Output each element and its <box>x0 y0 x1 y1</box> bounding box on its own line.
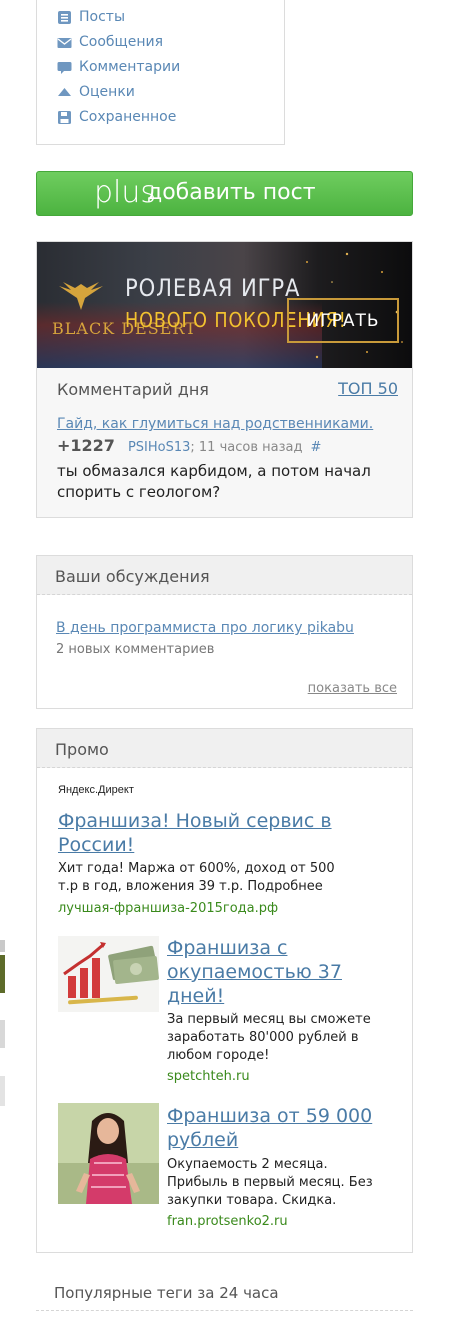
ad-text: Хит года! Маржа от 600%, доход от 500 т.… <box>58 861 335 894</box>
divider <box>36 1310 413 1311</box>
add-post-label: добавить пост <box>147 180 316 205</box>
top50-link[interactable]: ТОП 50 <box>338 379 398 398</box>
menu-item-label: Сохраненное <box>79 109 177 125</box>
edge-fragment <box>0 940 5 952</box>
menu-item-posts[interactable]: Посты <box>57 8 125 26</box>
new-comments-count: 2 новых комментариев <box>56 642 215 657</box>
menu-item-label: Посты <box>79 9 125 25</box>
woman-photo-image <box>58 1103 159 1204</box>
banner-headline: РОЛЕВАЯ ИГРА <box>125 274 301 302</box>
menu-item-ratings[interactable]: Оценки <box>57 83 135 101</box>
menu-item-label: Оценки <box>79 84 135 100</box>
eagle-logo-icon <box>59 282 103 310</box>
posts-icon <box>58 10 71 24</box>
ad-url[interactable]: лучшая-франшиза-2015года.рф <box>58 901 278 916</box>
save-icon <box>58 110 71 124</box>
ad-banner[interactable]: BLACK DESERT РОЛЕВАЯ ИГРА НОВОГО ПОКОЛЕН… <box>37 242 412 368</box>
edge-fragment <box>0 1076 5 1106</box>
show-all-link[interactable]: показать все <box>308 681 397 696</box>
ad-url[interactable]: fran.protsenko2.ru <box>167 1214 288 1229</box>
ad-image-money[interactable] <box>58 936 159 1037</box>
discussions-title: Ваши обсуждения <box>37 556 412 595</box>
menu-item-label: Комментарии <box>79 59 181 75</box>
ad-title[interactable]: Франшиза с окупаемостью 37 дней! <box>167 936 377 1008</box>
envelope-icon <box>57 37 72 48</box>
menu-item-label: Сообщения <box>79 34 164 50</box>
menu-item-saved[interactable]: Сохраненное <box>57 108 176 126</box>
menu-item-comments[interactable]: Комментарии <box>57 58 180 76</box>
ad-url[interactable]: spetchteh.ru <box>167 1069 250 1084</box>
menu-item-messages[interactable]: Сообщения <box>57 33 163 51</box>
comment-icon <box>57 61 72 74</box>
comment-anchor-link[interactable]: # <box>310 440 321 455</box>
rating-icon <box>58 87 71 96</box>
add-post-button[interactable]: plus добавить пост <box>36 171 413 216</box>
ad-provider-label: Яндекс.Директ <box>58 784 134 796</box>
comment-of-day-title: Комментарий дня <box>57 380 209 399</box>
edge-fragment <box>0 1020 5 1048</box>
post-link[interactable]: Гайд, как глумиться над родственниками. <box>57 416 373 432</box>
comment-author[interactable]: PSIHoS13 <box>128 440 190 455</box>
comment-rating: +1227 <box>57 436 115 455</box>
discussion-link[interactable]: В день программиста про логику pikabu <box>56 620 354 636</box>
user-menu: Посты Сообщения Комментарии Оценки Сохра… <box>36 0 285 145</box>
comment-of-day-block: BLACK DESERT РОЛЕВАЯ ИГРА НОВОГО ПОКОЛЕН… <box>36 241 413 518</box>
ad-image-person[interactable] <box>58 1103 159 1204</box>
ad-title[interactable]: Франшиза от 59 000 рублей <box>167 1104 377 1152</box>
popular-tags-title: Популярные теги за 24 часа <box>54 1284 279 1302</box>
edge-fragment <box>0 955 5 993</box>
ad-text: Окупаемость 2 месяца. Прибыль в первый м… <box>167 1157 373 1208</box>
play-button[interactable]: ИГРАТЬ <box>287 298 399 343</box>
comment-text: ты обмазался карбидом, а потом начал спо… <box>57 462 371 501</box>
ad-text: За первый месяц вы сможете заработать 80… <box>167 1012 371 1063</box>
ad-title[interactable]: Франшиза! Новый сервис в России! <box>58 809 348 857</box>
discussions-panel: Ваши обсуждения В день программиста про … <box>36 555 413 709</box>
money-chart-image <box>58 936 159 1012</box>
meta-separator: ; <box>190 440 199 455</box>
promo-title: Промо <box>37 729 412 768</box>
promo-panel: Промо Яндекс.Директ Франшиза! Новый серв… <box>36 728 413 1253</box>
comment-meta: +1227 PSIHoS13 ; 11 часов назад # <box>57 436 321 455</box>
comment-time: 11 часов назад <box>198 440 303 455</box>
